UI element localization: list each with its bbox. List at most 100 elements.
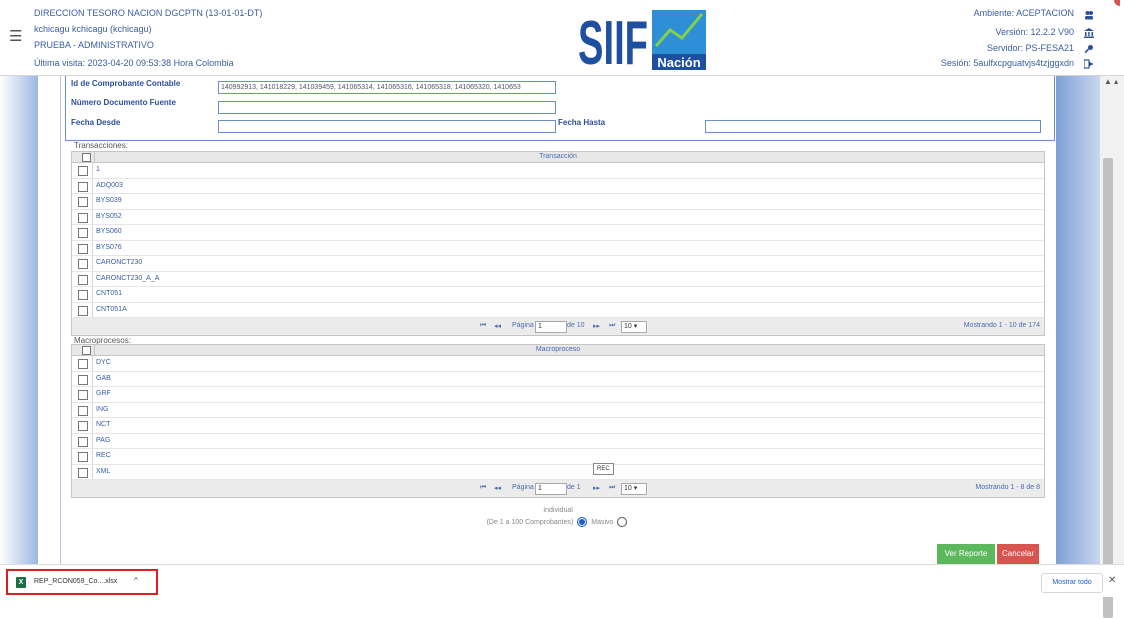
table-row[interactable]: CARONCT230_A_A: [72, 271, 1044, 287]
download-item[interactable]: X REP_RCON059_Co....xlsx ^: [6, 569, 158, 595]
table-row[interactable]: CARONCT230: [72, 256, 1044, 272]
server: Servidor: PS-FESA21: [986, 43, 1074, 53]
row-checkbox[interactable]: [78, 359, 88, 369]
individual-radio[interactable]: [577, 517, 588, 527]
page-scrollbar[interactable]: ▲ ▴: [1100, 76, 1124, 618]
page-input[interactable]: 1: [535, 483, 567, 495]
documento-label: Número Documento Fuente: [71, 98, 176, 107]
first-page-icon[interactable]: ⏮: [480, 484, 486, 492]
close-icon[interactable]: ✕: [1108, 575, 1116, 586]
column-header[interactable]: Macroproceso: [72, 346, 1044, 353]
table-row[interactable]: DYC: [72, 356, 1044, 372]
comprobante-input[interactable]: 140992913, 141018229, 141039459, 1410653…: [218, 81, 556, 94]
session: Sesión: 5aulfxcpguatvjs4tzjggxdn: [940, 58, 1074, 68]
table-row[interactable]: NCT: [72, 418, 1044, 434]
row-checkbox[interactable]: [78, 421, 88, 431]
row-checkbox[interactable]: [78, 166, 88, 176]
table-row[interactable]: GAB: [72, 371, 1044, 387]
transacciones-pager: ⏮ ◂◂ Página 1 de 10 ▸▸ ⏭ 10 ▾ Mostrando …: [72, 318, 1044, 335]
row-label: ING: [96, 405, 109, 413]
row-checkbox[interactable]: [78, 243, 88, 254]
grid-header: Macroproceso: [72, 345, 1044, 356]
row-checkbox[interactable]: [78, 405, 88, 416]
fecha-desde-label: Fecha Desde: [71, 118, 121, 127]
show-all-button[interactable]: Mostrar todo: [1041, 573, 1103, 593]
table-row[interactable]: ING: [72, 402, 1044, 418]
page-size-select[interactable]: 10 ▾: [621, 483, 647, 495]
users-icon[interactable]: [1084, 10, 1094, 20]
row-label: NCT: [96, 421, 111, 428]
row-checkbox[interactable]: [78, 197, 88, 207]
prev-page-icon[interactable]: ◂◂: [494, 322, 501, 330]
documento-input[interactable]: [218, 101, 556, 114]
row-checkbox[interactable]: [78, 374, 88, 385]
version: Versión: 12.2.2 V90: [995, 27, 1074, 37]
table-row[interactable]: XML: [72, 464, 1044, 480]
key-icon[interactable]: [1084, 44, 1094, 54]
row-label: BYS052: [96, 212, 122, 220]
row-label: 1: [96, 166, 100, 173]
bank-icon[interactable]: [1084, 28, 1094, 38]
scroll-thumb[interactable]: [1103, 158, 1113, 618]
table-row[interactable]: GRF: [72, 387, 1044, 403]
table-row[interactable]: 1: [72, 163, 1044, 179]
org-name: DIRECCION TESORO NACION DGCPTN (13-01-01…: [34, 8, 263, 18]
individual-hint: (De 1 a 100 Comprobantes): [486, 518, 574, 526]
row-label: CNT051A: [96, 305, 127, 313]
comprobante-label: Id de Comprobante Contable: [71, 79, 181, 88]
fecha-hasta-label: Fecha Hasta: [558, 118, 606, 127]
last-visit: Última visita: 2023-04-20 09:53:38 Hora …: [34, 58, 234, 68]
macroprocesos-grid: Macroproceso DYC GAB GRF ING NCT PAG REC XML ⏮ …: [71, 344, 1045, 498]
row-checkbox[interactable]: [78, 290, 88, 300]
scroll-up-icon[interactable]: ▲ ▴: [1104, 77, 1118, 86]
logo-text: SIIF: [578, 9, 648, 72]
page-input[interactable]: 1: [535, 321, 567, 333]
cancelar-button[interactable]: Cancelar: [997, 544, 1039, 564]
page-label: Página: [512, 484, 534, 491]
table-row[interactable]: BYS052: [72, 209, 1044, 225]
row-checkbox[interactable]: [78, 390, 88, 400]
column-header[interactable]: Transacción: [72, 153, 1044, 160]
row-label: PAG: [96, 436, 111, 444]
table-row[interactable]: REC: [72, 449, 1044, 465]
row-checkbox[interactable]: [78, 452, 88, 462]
row-checkbox[interactable]: [78, 274, 88, 285]
fecha-desde-input[interactable]: [218, 120, 556, 133]
logo-subtext: Nación: [657, 55, 700, 70]
table-row[interactable]: CNT051: [72, 287, 1044, 303]
chevron-up-icon[interactable]: ^: [134, 576, 138, 585]
last-page-icon[interactable]: ⏭: [609, 322, 615, 330]
page-size-select[interactable]: 10 ▾: [621, 321, 647, 333]
table-row[interactable]: CNT051A: [72, 302, 1044, 318]
fecha-hasta-input[interactable]: [705, 120, 1041, 133]
row-checkbox[interactable]: [78, 259, 88, 269]
table-row[interactable]: BYS039: [72, 194, 1044, 210]
first-page-icon[interactable]: ⏮: [480, 322, 486, 330]
download-filename: REP_RCON059_Co....xlsx: [34, 578, 118, 585]
row-checkbox[interactable]: [78, 467, 88, 478]
last-page-icon[interactable]: ⏭: [609, 484, 615, 492]
table-row[interactable]: BYS076: [72, 240, 1044, 256]
masivo-radio[interactable]: [617, 517, 628, 527]
transacciones-title: Transacciones:: [74, 141, 128, 150]
logout-icon[interactable]: [1084, 59, 1094, 69]
row-checkbox[interactable]: [78, 228, 88, 238]
row-checkbox[interactable]: [78, 305, 88, 316]
user-name: kchicagu kchicagu (kchicagu): [34, 24, 152, 34]
row-checkbox[interactable]: [78, 436, 88, 447]
row-checkbox[interactable]: [78, 181, 88, 192]
table-row[interactable]: ADQ003: [72, 178, 1044, 194]
next-page-icon[interactable]: ▸▸: [593, 484, 600, 492]
row-label: REC: [96, 452, 111, 459]
excel-file-icon: X: [16, 577, 26, 588]
table-row[interactable]: PAG: [72, 433, 1044, 449]
prev-page-icon[interactable]: ◂◂: [494, 484, 501, 492]
table-row[interactable]: BYS060: [72, 225, 1044, 241]
row-label: CARONCT230: [96, 259, 143, 266]
row-tooltip: REC: [593, 463, 614, 475]
ver-reporte-button[interactable]: Ver Reporte: [937, 544, 995, 564]
row-checkbox[interactable]: [78, 212, 88, 223]
row-label: BYS076: [96, 243, 122, 251]
next-page-icon[interactable]: ▸▸: [593, 322, 600, 330]
menu-icon[interactable]: ☰: [9, 27, 22, 45]
